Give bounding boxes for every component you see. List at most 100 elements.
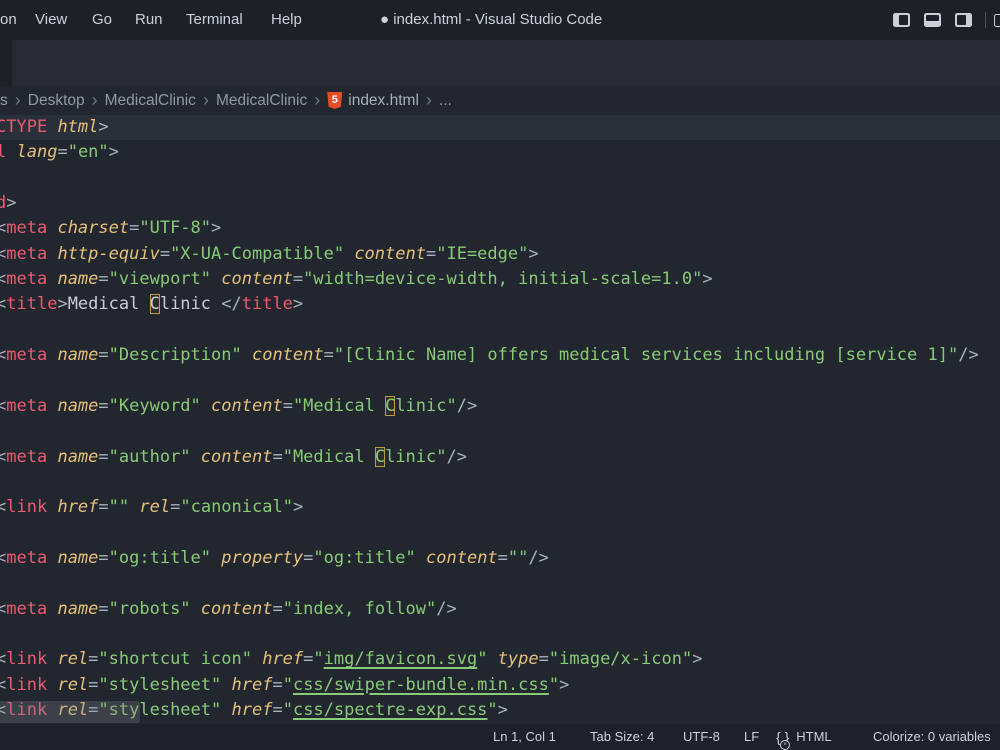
code-token: = <box>129 218 139 238</box>
code-token: css/spectre-exp.css <box>293 700 487 720</box>
code-line[interactable]: d> <box>0 191 1000 216</box>
code-token <box>47 599 57 619</box>
code-token: content <box>211 396 283 416</box>
breadcrumb-item-file[interactable]: 5 index.html <box>327 92 419 110</box>
menu-item-selection-partial[interactable]: on <box>0 0 17 40</box>
code-line[interactable]: <meta charset="UTF-8"> <box>0 216 1000 241</box>
code-line[interactable] <box>0 369 1000 394</box>
menu-item-run[interactable]: Run <box>135 0 163 40</box>
breadcrumb-item-desktop[interactable]: Desktop <box>28 92 85 110</box>
code-token: rel <box>57 649 88 669</box>
code-token <box>416 548 426 568</box>
code-line[interactable]: <meta http-equiv="X-UA-Compatible" conte… <box>0 242 1000 267</box>
code-token: </ <box>221 294 241 314</box>
code-line[interactable]: <link href="" rel="canonical"> <box>0 495 1000 520</box>
ambiguous-char-highlight: C <box>375 447 385 467</box>
menu-item-help[interactable]: Help <box>271 0 302 40</box>
breadcrumb-item-overflow[interactable]: ... <box>439 92 452 110</box>
code-token: > <box>559 675 569 695</box>
code-line[interactable] <box>0 166 1000 191</box>
breadcrumb-item-root-partial[interactable]: s <box>0 92 8 110</box>
status-colorize[interactable]: Colorize: 0 variables <box>873 724 991 750</box>
code-line[interactable] <box>0 318 1000 343</box>
code-token: img/favicon.svg <box>324 649 478 669</box>
status-encoding[interactable]: UTF-8 <box>683 724 720 750</box>
code-token: "X-UA-Compatible" <box>170 244 344 264</box>
customize-layout-icon[interactable] <box>994 14 1000 27</box>
menu-item-terminal[interactable]: Terminal <box>186 0 243 40</box>
code-token: = <box>88 649 98 669</box>
code-line[interactable]: <meta name="og:title" property="og:title… <box>0 546 1000 571</box>
status-eol[interactable]: LF <box>744 724 759 750</box>
code-token: /> <box>457 396 477 416</box>
menu-item-go[interactable]: Go <box>92 0 112 40</box>
code-token: " <box>283 700 293 720</box>
code-token: html <box>57 117 98 137</box>
tab-strip-edge <box>0 40 12 86</box>
menu-item-view[interactable]: View <box>35 0 67 40</box>
status-tab-size[interactable]: Tab Size: 4 <box>590 724 654 750</box>
code-token: "" <box>109 497 129 517</box>
code-token: title <box>242 294 293 314</box>
code-token: > <box>293 497 303 517</box>
code-token: " <box>313 649 323 669</box>
code-token: "robots" <box>109 599 191 619</box>
code-token: href <box>262 649 303 669</box>
code-token: /> <box>436 599 456 619</box>
code-line[interactable] <box>0 419 1000 444</box>
code-token: "UTF-8" <box>139 218 211 238</box>
toggle-panel-icon[interactable] <box>924 13 941 27</box>
code-token <box>47 244 57 264</box>
code-token: name <box>57 548 98 568</box>
code-line[interactable] <box>0 622 1000 647</box>
code-line[interactable]: l lang="en"> <box>0 140 1000 165</box>
code-line[interactable] <box>0 470 1000 495</box>
status-line-col[interactable]: Ln 1, Col 1 <box>493 724 556 750</box>
code-line[interactable]: <link rel="shortcut icon" href="img/favi… <box>0 647 1000 672</box>
code-token: "Medical <box>293 396 385 416</box>
code-token: = <box>303 649 313 669</box>
code-token: Medical <box>68 294 150 314</box>
code-line[interactable]: <title>Medical Clinic </title> <box>0 292 1000 317</box>
code-line[interactable]: <meta name="Keyword" content="Medical Cl… <box>0 394 1000 419</box>
code-line[interactable]: <link rel="stylesheet" href="css/spectre… <box>0 698 1000 723</box>
code-token: href <box>232 675 273 695</box>
code-token: content <box>221 269 293 289</box>
code-token: /> <box>958 345 978 365</box>
code-token: /> <box>447 447 467 467</box>
code-token: "index, follow" <box>283 599 437 619</box>
toggle-sidebar-left-icon[interactable] <box>893 13 910 27</box>
code-token: = <box>98 497 108 517</box>
code-token: content <box>426 548 498 568</box>
code-line[interactable] <box>0 571 1000 596</box>
code-line[interactable]: <meta name="author" content="Medical Cli… <box>0 445 1000 470</box>
horizontal-scrollbar[interactable] <box>0 701 140 723</box>
code-token <box>47 497 57 517</box>
code-token: name <box>57 345 98 365</box>
code-token: link <box>6 497 47 517</box>
toggle-sidebar-right-icon[interactable] <box>955 13 972 27</box>
code-line[interactable]: <meta name="Description" content="[Clini… <box>0 343 1000 368</box>
breadcrumb-item-medicalclinic[interactable]: MedicalClinic <box>105 92 196 110</box>
code-line[interactable] <box>0 521 1000 546</box>
status-language[interactable]: { } × HTML <box>776 724 832 750</box>
code-token <box>252 649 262 669</box>
code-token: name <box>57 447 98 467</box>
code-token: type <box>498 649 539 669</box>
code-token: = <box>57 142 67 162</box>
code-line[interactable]: CTYPE html> <box>0 115 1000 140</box>
code-token: href <box>232 700 273 720</box>
code-area[interactable]: <link rel="stylesheet" href="css/spectre… <box>0 115 1000 724</box>
code-token: http-equiv <box>57 244 159 264</box>
code-line[interactable]: <meta name="viewport" content="width=dev… <box>0 267 1000 292</box>
code-line[interactable]: <link rel="stylesheet" href="css/swiper-… <box>0 673 1000 698</box>
breadcrumb-file-label: index.html <box>348 92 419 110</box>
breadcrumb-item-medicalclinic-2[interactable]: MedicalClinic <box>216 92 307 110</box>
code-token: = <box>272 675 282 695</box>
code-token: name <box>57 396 98 416</box>
code-token: > <box>692 649 702 669</box>
code-token: = <box>293 269 303 289</box>
code-token <box>221 675 231 695</box>
code-token: title <box>6 294 57 314</box>
code-line[interactable]: <meta name="robots" content="index, foll… <box>0 597 1000 622</box>
